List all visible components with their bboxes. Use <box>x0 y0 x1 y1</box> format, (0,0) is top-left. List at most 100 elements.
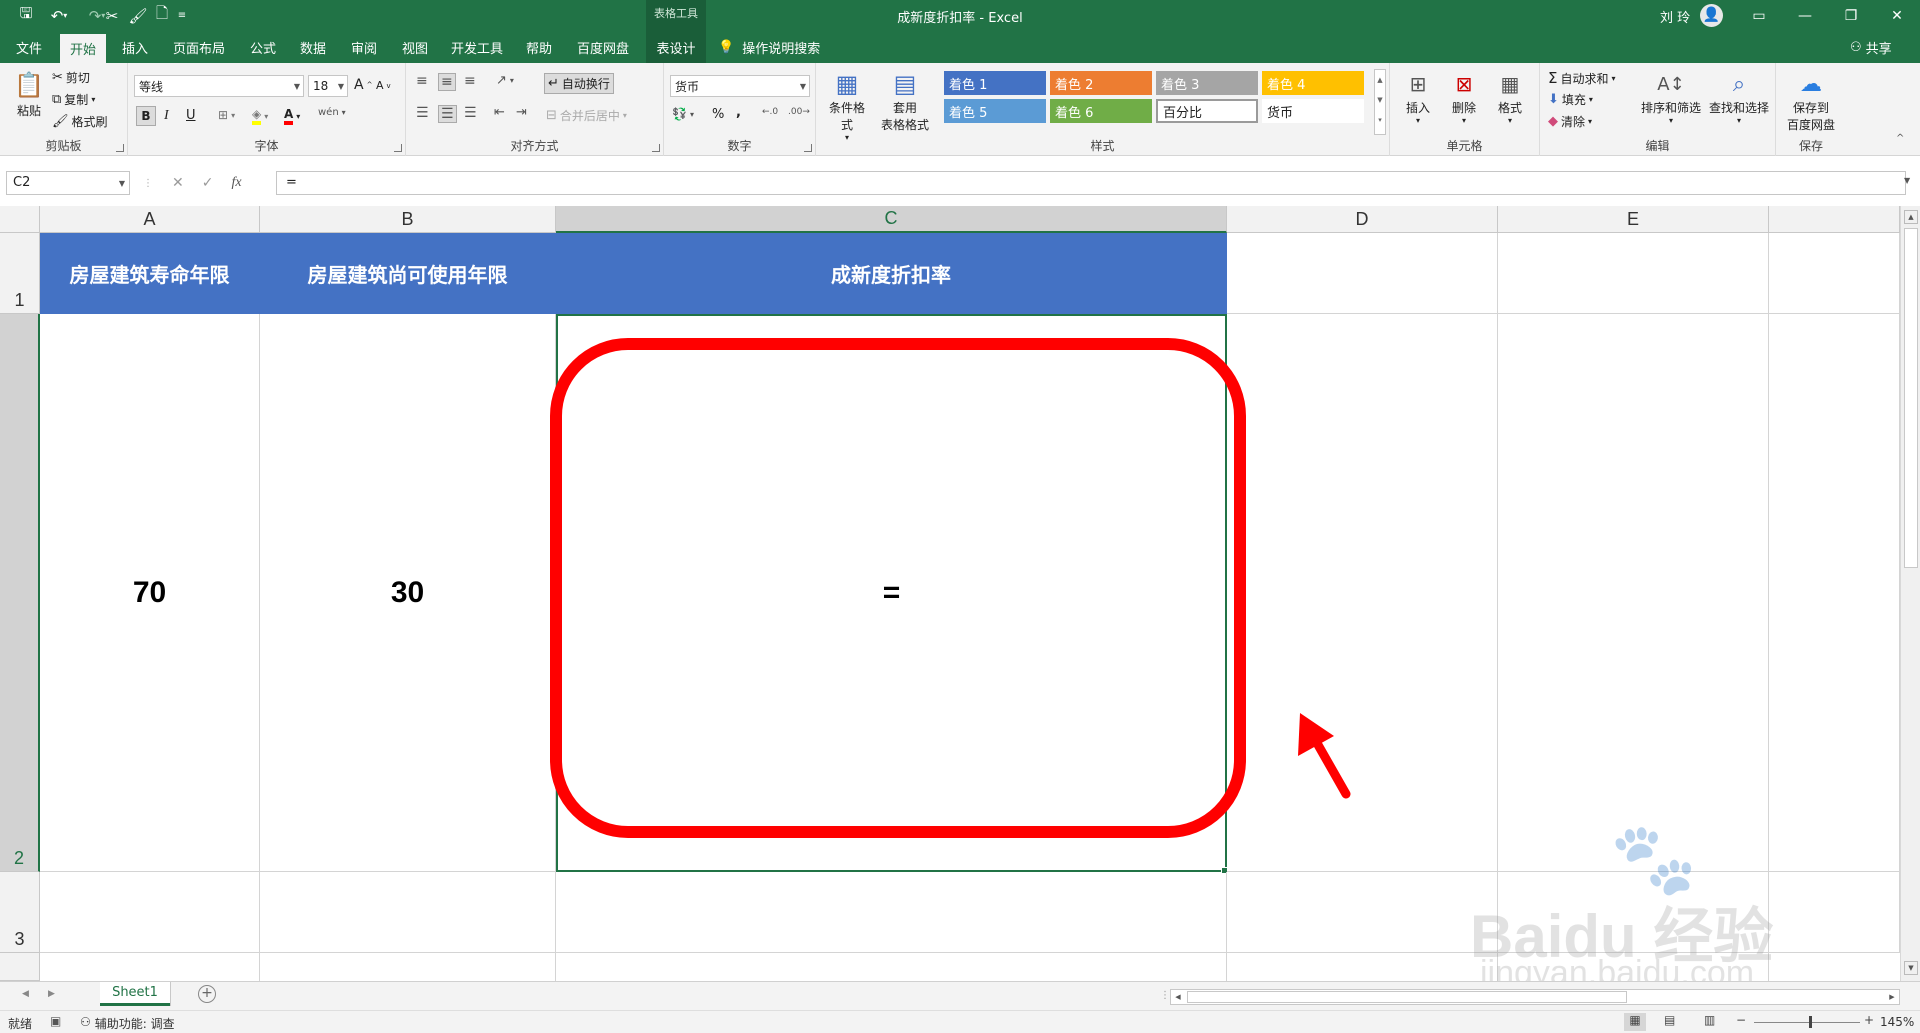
style-percent[interactable]: 百分比 <box>1156 99 1258 123</box>
align-bottom-icon[interactable]: ≡ <box>464 73 476 89</box>
format-painter-button[interactable]: 🖌 格式刷 <box>52 113 108 130</box>
save-to-netdisk-button[interactable]: ☁ 保存到 百度网盘 <box>1780 69 1842 133</box>
vertical-scrollbar[interactable]: ▲ ▼ <box>1900 206 1920 981</box>
fill-button[interactable]: ⬇ 填充 ▾ <box>1548 91 1593 108</box>
font-launcher-icon[interactable] <box>394 144 402 152</box>
tab-developer[interactable]: 开发工具 <box>444 31 510 63</box>
insert-function-icon[interactable]: fx <box>231 175 241 191</box>
macro-record-icon[interactable]: ▣ <box>50 1014 61 1028</box>
style-accent-4[interactable]: 着色 4 <box>1262 71 1364 95</box>
font-color-icon[interactable]: A ▾ <box>284 107 300 125</box>
scroll-up-icon[interactable]: ▲ <box>1904 210 1918 224</box>
phonetic-icon[interactable]: wén ▾ <box>318 107 346 118</box>
font-size-dropdown[interactable]: 18 ▼ <box>308 75 348 97</box>
percent-button[interactable]: % <box>712 107 724 122</box>
tell-me-search[interactable]: 💡 操作说明搜索 <box>718 31 820 63</box>
merge-center-button[interactable]: ⊟ 合并后居中 ▾ <box>546 107 627 124</box>
restore-icon[interactable]: ❐ <box>1828 0 1874 31</box>
share-button[interactable]: ⚇ 共享 <box>1850 31 1892 63</box>
align-center-icon[interactable]: ☰ <box>438 105 457 123</box>
tab-help[interactable]: 帮助 <box>516 31 562 63</box>
add-sheet-icon[interactable]: + <box>198 985 216 1003</box>
page-break-view-icon[interactable]: ▥ <box>1704 1013 1715 1027</box>
styles-scroll[interactable]: ▲ ▼ ▾ <box>1374 69 1386 135</box>
insert-cells-button[interactable]: ⊞ 插入 ▾ <box>1396 69 1440 125</box>
tab-view[interactable]: 视图 <box>392 31 438 63</box>
zoom-in-icon[interactable]: + <box>1864 1013 1874 1027</box>
tab-splitter-icon[interactable]: ⋮ <box>1160 990 1170 1001</box>
page-layout-view-icon[interactable]: ▤ <box>1664 1013 1675 1027</box>
tab-page-layout[interactable]: 页面布局 <box>164 31 234 63</box>
cut-button[interactable]: ✂ 剪切 <box>52 69 90 86</box>
vertical-scroll-thumb[interactable] <box>1904 228 1918 568</box>
accounting-icon[interactable]: 💱 ▾ <box>672 107 694 121</box>
close-icon[interactable]: ✕ <box>1874 0 1920 31</box>
format-as-table-button[interactable]: ▤ 套用 表格格式 <box>874 69 936 133</box>
font-name-dropdown[interactable]: 等线 ▼ <box>134 75 304 97</box>
horizontal-scrollbar[interactable]: ◀ ▶ <box>1170 989 1900 1005</box>
next-sheet-icon[interactable]: ▶ <box>48 989 55 999</box>
bold-button[interactable]: B <box>136 106 156 126</box>
alignment-launcher-icon[interactable] <box>652 144 660 152</box>
number-launcher-icon[interactable] <box>804 144 812 152</box>
decrease-decimal-icon[interactable]: .00→ <box>788 107 810 117</box>
tab-review[interactable]: 审阅 <box>341 31 387 63</box>
paste-button[interactable]: 📋 粘贴 <box>12 71 46 119</box>
avatar-icon[interactable]: 👤 <box>1700 4 1723 27</box>
italic-button[interactable]: I <box>164 108 169 124</box>
zoom-level[interactable]: 145% <box>1880 1015 1914 1029</box>
align-top-icon[interactable]: ≡ <box>416 73 428 89</box>
tab-baidu-netdisk[interactable]: 百度网盘 <box>570 31 636 63</box>
tab-home[interactable]: 开始 <box>60 34 106 63</box>
sort-filter-button[interactable]: A↕ 排序和筛选 ▾ <box>1638 69 1704 126</box>
clipboard-launcher-icon[interactable] <box>116 144 124 152</box>
style-accent-1[interactable]: 着色 1 <box>944 71 1046 95</box>
border-icon[interactable]: ⊞ ▾ <box>218 108 235 122</box>
style-accent-5[interactable]: 着色 5 <box>944 99 1046 123</box>
tab-data[interactable]: 数据 <box>290 31 336 63</box>
tab-file[interactable]: 文件 <box>6 31 52 63</box>
autosum-button[interactable]: Σ 自动求和 ▾ <box>1548 69 1616 87</box>
delete-cells-button[interactable]: ⊠ 删除 ▾ <box>1442 69 1486 125</box>
wrap-text-button[interactable]: ↵ 自动换行 <box>544 73 614 94</box>
underline-button[interactable]: U <box>186 108 196 123</box>
format-cells-button[interactable]: ▦ 格式 ▾ <box>1488 69 1532 125</box>
scroll-down-icon[interactable]: ▼ <box>1904 961 1918 975</box>
align-right-icon[interactable]: ☰ <box>464 105 477 121</box>
style-accent-3[interactable]: 着色 3 <box>1156 71 1258 95</box>
conditional-format-button[interactable]: ▦ 条件格式 ▾ <box>824 69 870 142</box>
style-accent-6[interactable]: 着色 6 <box>1050 99 1152 123</box>
expand-formula-icon[interactable]: ▼ <box>1904 176 1910 185</box>
clear-button[interactable]: ◆ 清除 ▾ <box>1548 113 1592 130</box>
style-currency[interactable]: 货币 <box>1262 99 1364 123</box>
zoom-slider-thumb[interactable] <box>1809 1016 1812 1028</box>
tab-formulas[interactable]: 公式 <box>240 31 286 63</box>
style-accent-2[interactable]: 着色 2 <box>1050 71 1152 95</box>
scroll-right-icon[interactable]: ▶ <box>1885 990 1899 1004</box>
increase-font-icon[interactable]: A ^ <box>354 77 372 93</box>
align-left-icon[interactable]: ☰ <box>416 105 429 121</box>
enter-icon[interactable]: ✓ <box>202 175 214 191</box>
increase-indent-icon[interactable]: ⇥ <box>516 105 527 120</box>
tab-insert[interactable]: 插入 <box>112 31 158 63</box>
tab-table-design[interactable]: 表设计 <box>646 31 706 63</box>
formula-input[interactable]: = <box>276 171 1906 195</box>
name-box[interactable]: C2 ▼ <box>6 171 130 195</box>
minimize-icon[interactable]: — <box>1782 0 1828 31</box>
zoom-out-icon[interactable]: − <box>1736 1013 1746 1027</box>
ribbon-display-icon[interactable]: ▭ <box>1736 0 1782 31</box>
horizontal-scroll-thumb[interactable] <box>1187 991 1627 1003</box>
collapse-ribbon-icon[interactable]: ^ <box>1896 133 1904 144</box>
orientation-icon[interactable]: ↗ ▾ <box>496 73 514 88</box>
decrease-indent-icon[interactable]: ⇤ <box>494 105 505 120</box>
sheet-tab-sheet1[interactable]: Sheet1 <box>100 982 170 1006</box>
comma-button[interactable]: , <box>736 105 741 120</box>
align-middle-icon[interactable]: ≡ <box>438 73 456 91</box>
user-name[interactable]: 刘 玲 <box>1660 7 1690 26</box>
copy-button[interactable]: ⧉ 复制 ▾ <box>52 91 95 108</box>
number-format-dropdown[interactable]: 货币 ▼ <box>670 75 810 97</box>
cancel-icon[interactable]: ✕ <box>172 175 184 191</box>
normal-view-icon[interactable]: ▦ <box>1624 1013 1646 1031</box>
fill-color-icon[interactable]: ◈ ▾ <box>252 107 268 125</box>
zoom-slider[interactable] <box>1754 1022 1860 1023</box>
